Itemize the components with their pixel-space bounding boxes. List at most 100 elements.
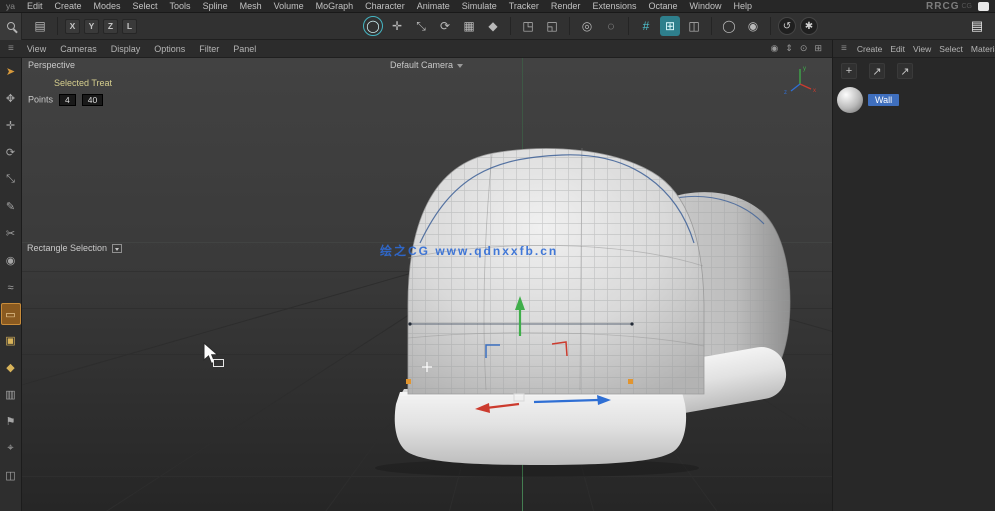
menu-character[interactable]: Character (359, 1, 411, 11)
tool-sidebar: ➤ ✥ ✛ ⟳ ⤡ ✎ ✂ ◉ ≈ ▭ ▣ ◆ ▥ ⚑ ⌖ ◫ (0, 58, 22, 511)
viewport-menu-icon[interactable]: ≡ (0, 43, 20, 54)
viewport-3d[interactable]: Perspective Default Camera Selected Trea… (22, 58, 832, 511)
axis-indicator: y x z (784, 66, 816, 96)
live-selection-icon[interactable]: ◯ (363, 16, 383, 36)
model-dome[interactable] (407, 147, 705, 395)
rpmenu-edit[interactable]: Edit (886, 44, 909, 54)
tool-options-icon[interactable] (112, 244, 123, 254)
axis-x-button[interactable]: X (65, 18, 80, 34)
pyramid-icon[interactable]: ◆ (0, 354, 21, 381)
material-name[interactable]: Wall (868, 94, 900, 106)
vpmenu-display[interactable]: Display (104, 44, 148, 54)
coord-system-button[interactable]: L (122, 18, 137, 34)
menu-tracker[interactable]: Tracker (503, 1, 545, 11)
brush-tool-icon[interactable]: ≈ (0, 274, 21, 301)
brand-suffix: CG (961, 2, 973, 10)
rpmenu-material[interactable]: Material (967, 44, 995, 54)
vpmenu-view[interactable]: View (20, 44, 53, 54)
nav-tool-icon[interactable]: ✥ (0, 85, 21, 112)
menu-create[interactable]: Create (49, 1, 88, 11)
menu-modes[interactable]: Modes (88, 1, 127, 11)
light-icon[interactable]: ◌ (601, 16, 621, 36)
menu-tools[interactable]: Tools (164, 1, 197, 11)
rpmenu-select[interactable]: Select (935, 44, 967, 54)
move-tool-icon[interactable]: ✛ (0, 112, 21, 139)
raise-icon[interactable]: ↗ (869, 63, 885, 79)
search-icon[interactable] (0, 12, 22, 40)
layers-icon[interactable]: ▤ (967, 16, 987, 36)
save-icon[interactable]: ▤ (30, 16, 50, 36)
cube-icon[interactable]: ▣ (0, 327, 21, 354)
vpmenu-options[interactable]: Options (147, 44, 192, 54)
axis-y-label: y (803, 66, 806, 72)
settings-icon[interactable]: ✱ (800, 17, 818, 35)
vpmenu-cameras[interactable]: Cameras (53, 44, 104, 54)
knife-tool-icon[interactable]: ✂ (0, 220, 21, 247)
render-settings-icon[interactable]: ◱ (542, 16, 562, 36)
rpmenu-view[interactable]: View (909, 44, 935, 54)
menu-octane[interactable]: Octane (642, 1, 683, 11)
rpmenu-create[interactable]: Create (853, 44, 887, 54)
scale-tool-icon[interactable]: ⤡ (411, 16, 431, 36)
camera-icon[interactable]: ◎ (577, 16, 597, 36)
rotate-tool-icon[interactable]: ⟳ (435, 16, 455, 36)
pointer-tool-icon[interactable]: ➤ (0, 58, 21, 85)
menu-animate[interactable]: Animate (411, 1, 456, 11)
render-view-icon[interactable]: ◳ (518, 16, 538, 36)
menu-volume[interactable]: Volume (268, 1, 310, 11)
add-icon[interactable]: + (841, 63, 857, 79)
material-manager-panel: + ↗ ↗ Wall (832, 58, 995, 511)
axis-z-button[interactable]: Z (103, 18, 118, 34)
viewport-menu-bar: ≡ View Cameras Display Options Filter Pa… (0, 39, 995, 58)
wireframe-overlay (407, 148, 704, 394)
axis-y-button[interactable]: Y (84, 18, 99, 34)
selected-hud-label: Selected Treat (54, 78, 113, 88)
menu-simulate[interactable]: Simulate (456, 1, 503, 11)
menu-extensions[interactable]: Extensions (586, 1, 642, 11)
rectangle-select-icon[interactable]: ▭ (0, 303, 21, 325)
rotate-tool-icon[interactable]: ⟳ (0, 139, 21, 166)
material-list-item[interactable]: Wall (833, 84, 995, 116)
ring-icon[interactable]: ◯ (719, 16, 739, 36)
menu-window[interactable]: Window (684, 1, 728, 11)
brand-logo: RRCG (926, 0, 960, 12)
maximize-icon[interactable]: ⊞ (814, 43, 822, 54)
vpmenu-filter[interactable]: Filter (192, 44, 226, 54)
material-manager-menu-icon[interactable]: ≡ (833, 43, 853, 54)
target-icon[interactable]: ◉ (743, 16, 763, 36)
vpmenu-panel[interactable]: Panel (226, 44, 263, 54)
camera-label[interactable]: Default Camera (390, 60, 464, 70)
flag-icon[interactable]: ⚑ (0, 408, 21, 435)
menu-spline[interactable]: Spline (197, 1, 234, 11)
workplane-icon[interactable]: ◫ (684, 16, 704, 36)
move-tool-icon[interactable]: ✛ (387, 16, 407, 36)
application-window: ya Edit Create Modes Select Tools Spline… (0, 0, 995, 511)
plane-icon[interactable]: ◫ (0, 462, 21, 489)
menu-select[interactable]: Select (127, 1, 164, 11)
menu-mesh[interactable]: Mesh (234, 1, 268, 11)
cylinder-icon[interactable]: ▥ (0, 381, 21, 408)
history-icon[interactable]: ↺ (778, 17, 796, 35)
pan-icon[interactable]: ⇕ (785, 43, 793, 54)
axis-icon[interactable]: ⌖ (0, 435, 21, 462)
object-mode-icon[interactable]: ◆ (483, 16, 503, 36)
scale-tool-icon[interactable]: ⤡ (0, 166, 21, 193)
material-preview-sphere[interactable] (837, 87, 863, 113)
active-tool-label[interactable]: Rectangle Selection (27, 243, 123, 254)
model-scene (375, 147, 791, 477)
orbit-icon[interactable]: ⊙ (800, 43, 808, 54)
camera-move-icon[interactable]: ◉ (771, 43, 779, 54)
menu-edit[interactable]: Edit (21, 1, 49, 11)
grid-icon[interactable]: # (636, 16, 656, 36)
share-icon[interactable]: ↗ (897, 63, 913, 79)
view-mode-label[interactable]: Perspective (28, 60, 75, 70)
menu-help[interactable]: Help (728, 1, 759, 11)
menu-mograph[interactable]: MoGraph (310, 1, 360, 11)
pen-tool-icon[interactable]: ✎ (0, 193, 21, 220)
material-manager-toolbar: + ↗ ↗ (833, 58, 995, 84)
magnet-tool-icon[interactable]: ◉ (0, 247, 21, 274)
snap-icon[interactable]: ⊞ (660, 16, 680, 36)
window-controls-icon[interactable] (978, 1, 989, 11)
menu-render[interactable]: Render (545, 1, 587, 11)
model-mode-icon[interactable]: ▦ (459, 16, 479, 36)
